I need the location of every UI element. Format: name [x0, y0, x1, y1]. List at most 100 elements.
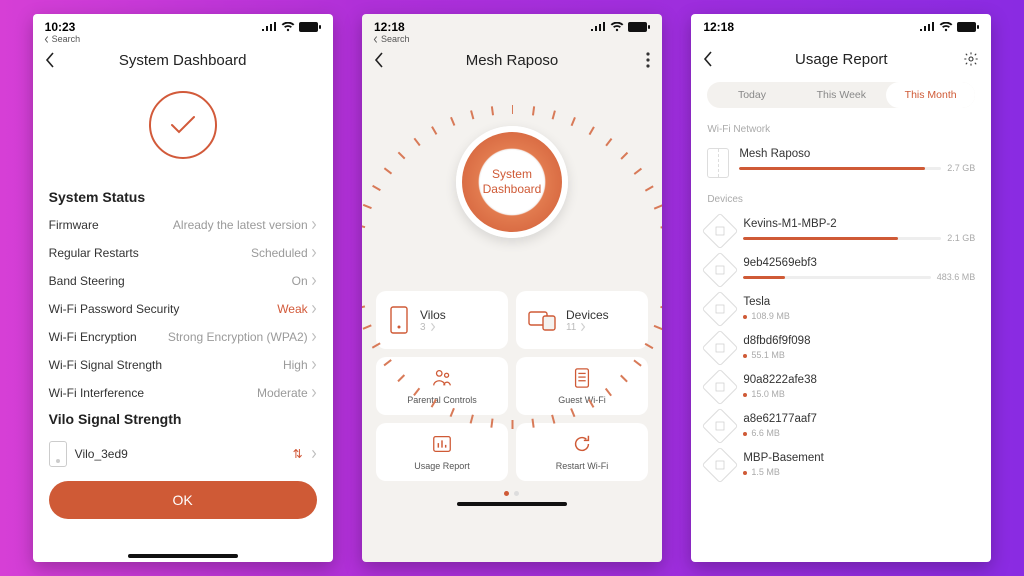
status-time: 12:18: [374, 20, 405, 34]
card-guest-wifi[interactable]: Guest Wi-Fi: [516, 357, 648, 415]
screen-usage-report: 12:18 Usage Report TodayThis WeekThis Mo…: [691, 14, 991, 562]
wifi-icon: [939, 22, 953, 32]
system-dashboard-dial[interactable]: SystemDashboard: [427, 97, 597, 267]
wifi-icon: [610, 22, 624, 32]
chevron-right-icon: [311, 449, 317, 459]
status-label: Wi-Fi Interference: [49, 386, 144, 400]
device-usage-row[interactable]: a8e62177aaf7 6.6 MB: [707, 408, 975, 447]
status-indicators: [261, 22, 321, 32]
chevron-left-icon: [703, 51, 713, 67]
chevron-right-icon: [311, 332, 317, 342]
home-indicator[interactable]: [128, 554, 238, 558]
chevron-right-icon: [311, 388, 317, 398]
device-name: Tesla: [743, 296, 975, 308]
status-value: Scheduled: [251, 246, 317, 260]
status-time: 10:23: [45, 20, 76, 34]
device-usage-value: 108.9 MB: [743, 311, 975, 321]
time-range-tabs: TodayThis WeekThis Month: [707, 82, 975, 108]
card-restart-wifi[interactable]: Restart Wi-Fi: [516, 423, 648, 481]
section-signal-strength: Vilo Signal Strength: [49, 411, 317, 427]
tab-today[interactable]: Today: [707, 82, 796, 108]
device-icon: [702, 213, 739, 250]
device-usage-value: 6.6 MB: [743, 428, 975, 438]
device-icon: [702, 252, 739, 289]
tab-this-month[interactable]: This Month: [886, 82, 975, 108]
group-network-label: Wi-Fi Network: [707, 124, 975, 135]
signal-wave-icon: ⇅: [293, 447, 303, 461]
status-row[interactable]: Band Steering On: [49, 267, 317, 295]
chevron-right-icon: [430, 322, 436, 332]
card-label: Usage Report: [414, 461, 470, 471]
card-usage-report[interactable]: Usage Report: [376, 423, 508, 481]
status-row[interactable]: Wi-Fi Password Security Weak: [49, 295, 317, 323]
header: System Dashboard: [33, 46, 333, 79]
back-button[interactable]: [45, 52, 55, 72]
device-usage-row[interactable]: d8fbd6f9f098 55.1 MB: [707, 330, 975, 369]
device-name: Kevins-M1-MBP-2: [743, 218, 975, 230]
device-usage-row[interactable]: Tesla 108.9 MB: [707, 291, 975, 330]
settings-button[interactable]: [963, 51, 979, 71]
restart-icon: [571, 433, 593, 455]
device-usage-row[interactable]: Kevins-M1-MBP-2 2.1 GB: [707, 213, 975, 252]
usage-report-icon: [431, 433, 453, 455]
status-row[interactable]: Wi-Fi Signal Strength High: [49, 351, 317, 379]
page-title: System Dashboard: [119, 52, 247, 69]
chevron-right-icon: [311, 248, 317, 258]
vilo-signal-row[interactable]: Vilo_3ed9 ⇅: [49, 433, 317, 475]
status-value: High: [283, 358, 317, 372]
chevron-left-icon: [45, 52, 55, 68]
screen-system-dashboard: 10:23 Search System Dashboard System Sta…: [33, 14, 333, 562]
more-menu-button[interactable]: [646, 52, 650, 72]
parental-controls-icon: [431, 367, 453, 389]
device-name: d8fbd6f9f098: [743, 335, 975, 347]
section-system-status: System Status: [49, 189, 317, 205]
status-row[interactable]: Wi-Fi Interference Moderate: [49, 379, 317, 407]
signal-icon: [919, 22, 935, 32]
device-usage-value: 15.0 MB: [743, 389, 975, 399]
card-label: Guest Wi-Fi: [558, 395, 606, 405]
status-row[interactable]: Wi-Fi Encryption Strong Encryption (WPA2…: [49, 323, 317, 351]
chevron-right-icon: [311, 304, 317, 314]
device-usage-value: 483.6 MB: [937, 272, 976, 282]
card-label: Parental Controls: [407, 395, 477, 405]
device-usage-row[interactable]: 90a8222afe38 15.0 MB: [707, 369, 975, 408]
device-name: 90a8222afe38: [743, 374, 975, 386]
status-time: 12:18: [703, 20, 734, 34]
ok-button[interactable]: OK: [49, 481, 317, 519]
card-vilos[interactable]: Vilos 3: [376, 291, 508, 349]
device-usage-value: 1.5 MB: [743, 467, 975, 477]
device-usage-row[interactable]: MBP-Basement 1.5 MB: [707, 447, 975, 486]
back-button[interactable]: [374, 52, 384, 72]
battery-icon: [957, 22, 979, 32]
card-title: Devices: [566, 308, 609, 322]
breadcrumb[interactable]: Search: [362, 34, 662, 46]
screen-mesh-home: 12:18 Search Mesh Raposo SystemDashbo: [362, 14, 662, 562]
breadcrumb-label: Search: [52, 34, 81, 44]
status-bar: 12:18: [362, 14, 662, 34]
tab-this-week[interactable]: This Week: [797, 82, 886, 108]
router-icon: [707, 148, 729, 178]
device-usage-row[interactable]: 9eb42569ebf3 483.6 MB: [707, 252, 975, 291]
chevron-left-icon: [374, 52, 384, 68]
network-usage-row[interactable]: Mesh Raposo 2.7 GB: [707, 143, 975, 186]
guest-wifi-icon: [572, 367, 592, 389]
status-row[interactable]: Regular Restarts Scheduled: [49, 239, 317, 267]
card-parental-controls[interactable]: Parental Controls: [376, 357, 508, 415]
page-title: Mesh Raposo: [466, 52, 559, 69]
status-bar: 12:18: [691, 14, 991, 34]
breadcrumb[interactable]: Search: [33, 34, 333, 46]
status-row[interactable]: Firmware Already the latest version: [49, 211, 317, 239]
status-value: Moderate: [257, 386, 317, 400]
back-button[interactable]: [703, 51, 713, 71]
checkmark-icon: [169, 114, 197, 136]
card-devices[interactable]: Devices 11: [516, 291, 648, 349]
devices-icon: [528, 309, 556, 331]
status-value: Already the latest version: [173, 218, 317, 232]
group-devices-label: Devices: [707, 194, 975, 205]
breadcrumb-label: Search: [381, 34, 410, 44]
gear-icon: [963, 51, 979, 67]
card-title: Vilos: [420, 308, 446, 322]
chevron-right-icon: [311, 276, 317, 286]
home-indicator[interactable]: [457, 502, 567, 506]
status-label: Band Steering: [49, 274, 125, 288]
